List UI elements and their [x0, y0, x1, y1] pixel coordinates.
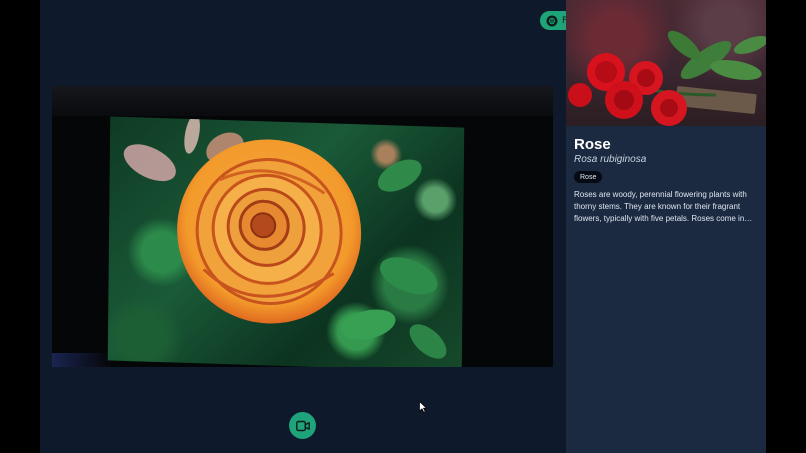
camera-feed-edge-glow — [52, 353, 112, 367]
rose-bouquet-illustration — [568, 30, 766, 126]
brain-icon — [546, 15, 558, 26]
mouse-cursor-icon — [419, 401, 427, 413]
rose-illustration — [123, 116, 447, 359]
category-tag: Rose — [574, 171, 603, 183]
plant-description: Roses are woody, perennial flowering pla… — [574, 190, 753, 223]
plant-title: Rose — [574, 136, 611, 153]
scientific-name: Rosa rubiginosa — [574, 154, 647, 165]
detail-panel: Rose Rosa rubiginosa Rose Roses are wood… — [566, 0, 766, 453]
hero-image — [566, 0, 766, 126]
camera-feed-top-shadow — [52, 86, 553, 116]
rose-photo — [107, 116, 465, 367]
video-camera-icon — [295, 420, 310, 431]
record-video-button[interactable] — [289, 412, 316, 439]
camera-feed — [52, 86, 553, 367]
